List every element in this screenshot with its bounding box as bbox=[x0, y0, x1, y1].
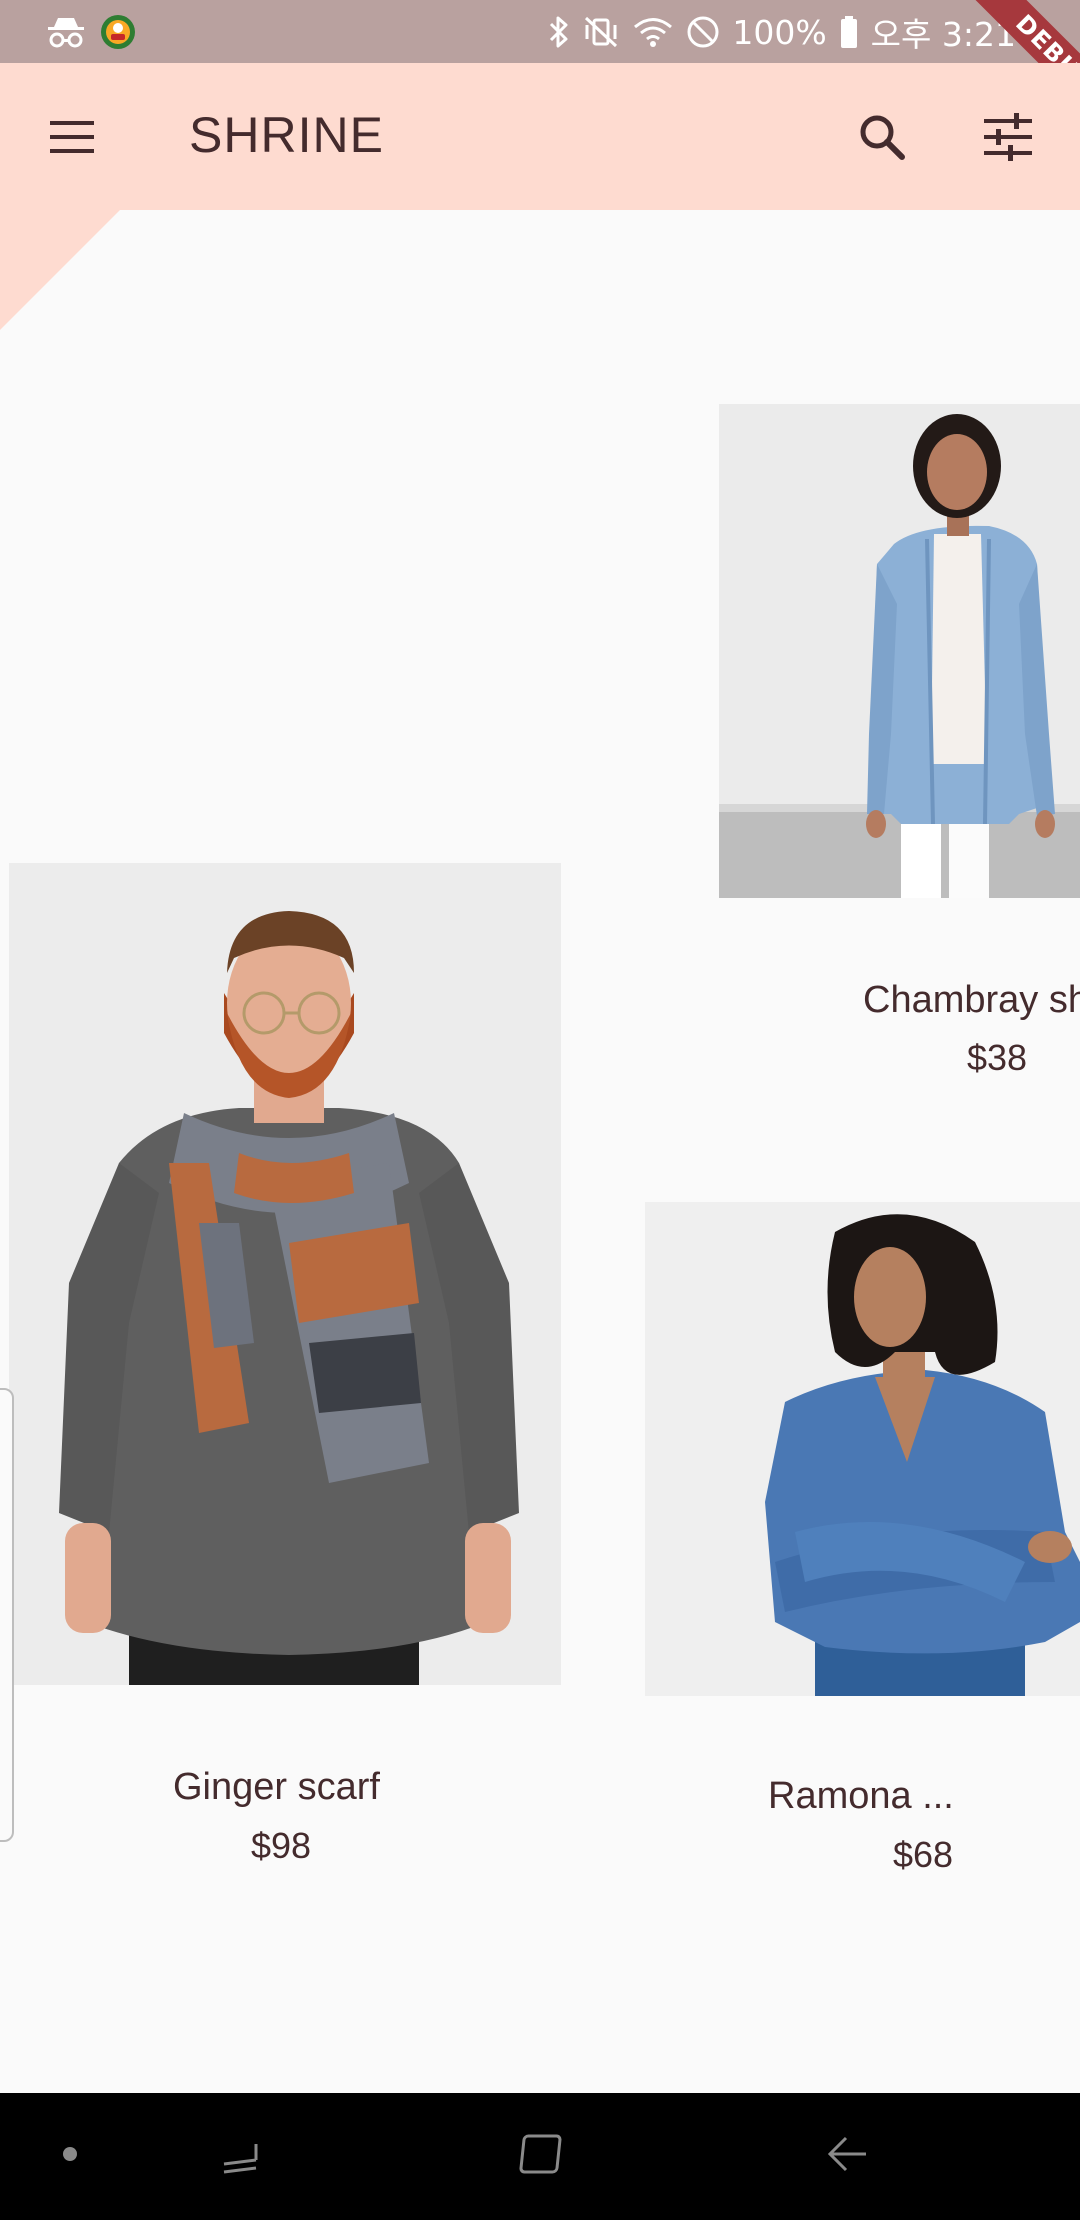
recents-button[interactable] bbox=[200, 2093, 280, 2220]
filter-button[interactable] bbox=[978, 107, 1038, 167]
bluetooth-icon bbox=[548, 15, 570, 49]
search-icon bbox=[852, 115, 912, 171]
product-card-ginger-scarf[interactable]: Ginger scarf $98 bbox=[9, 863, 561, 1873]
product-price: $98 bbox=[251, 1825, 312, 1866]
product-image-chambray bbox=[719, 404, 1080, 898]
edge-panel-handle[interactable] bbox=[0, 1388, 14, 1842]
home-icon bbox=[519, 2130, 567, 2183]
product-name: Ginger scarf bbox=[173, 1766, 380, 1808]
tune-icon bbox=[978, 113, 1038, 171]
do-not-disturb-icon bbox=[686, 15, 720, 49]
app-title: SHRINE bbox=[189, 107, 384, 163]
product-card-ramona[interactable]: Ramona ... $68 bbox=[645, 1202, 1080, 1902]
clock: 오후 3:21 bbox=[870, 15, 1016, 54]
status-bar: 100% 오후 3:21 bbox=[0, 0, 1080, 63]
search-button[interactable] bbox=[852, 107, 912, 167]
recents-icon bbox=[216, 2130, 264, 2183]
wifi-icon bbox=[632, 15, 674, 49]
app-notification-icon bbox=[100, 14, 136, 50]
product-image-ginger-scarf bbox=[9, 863, 561, 1685]
back-icon bbox=[822, 2130, 870, 2183]
menu-icon bbox=[44, 121, 100, 167]
dot-icon bbox=[62, 2146, 78, 2167]
product-image-ramona bbox=[645, 1202, 1080, 1696]
product-card-chambray[interactable]: Chambray sh $38 bbox=[719, 404, 1080, 1104]
product-name: Ramona ... bbox=[768, 1775, 954, 1817]
vibrate-mute-icon bbox=[582, 15, 620, 49]
battery-level: 100% bbox=[732, 12, 827, 52]
home-button[interactable] bbox=[503, 2093, 583, 2220]
battery-icon bbox=[839, 15, 859, 49]
nav-dot-button[interactable] bbox=[40, 2093, 100, 2220]
navigation-bar bbox=[0, 2093, 1080, 2220]
menu-button[interactable] bbox=[44, 111, 100, 163]
product-price: $68 bbox=[893, 1834, 954, 1875]
product-price: $38 bbox=[967, 1037, 1028, 1078]
product-name: Chambray sh bbox=[863, 979, 1080, 1021]
front-layer-notch bbox=[0, 210, 120, 330]
back-button[interactable] bbox=[806, 2093, 886, 2220]
app-bar: SHRINE bbox=[0, 63, 1080, 210]
incognito-icon bbox=[46, 15, 86, 49]
